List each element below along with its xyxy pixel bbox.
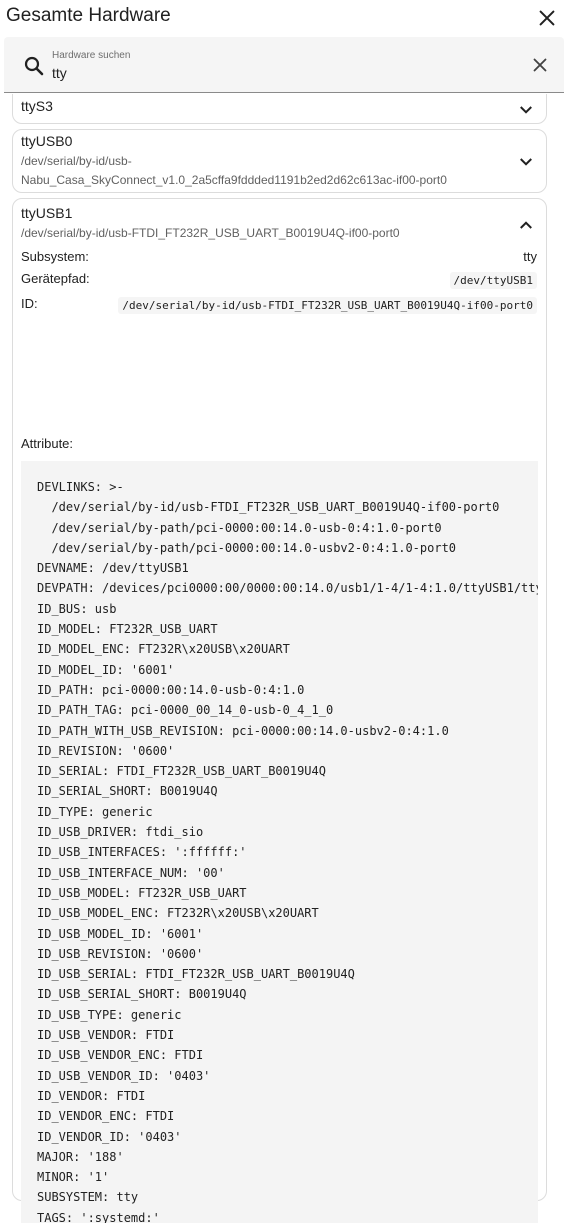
id-label: ID: — [21, 296, 38, 311]
device-path-line-2: Nabu_Casa_SkyConnect_v1.0_2a5cffa9fddded… — [21, 173, 447, 187]
device-name: ttyS3 — [21, 98, 53, 114]
device-name: ttyUSB0 — [21, 133, 73, 149]
chevron-down-icon[interactable] — [517, 153, 535, 171]
device-path: /dev/serial/by-id/usb-FTDI_FT232R_USB_UA… — [21, 226, 400, 240]
search-icon — [24, 56, 44, 76]
chevron-down-icon[interactable] — [517, 101, 535, 119]
dialog-header: Gesamte Hardware — [0, 0, 564, 36]
id-value: /dev/serial/by-id/usb-FTDI_FT232R_USB_UA… — [118, 297, 537, 314]
chevron-up-icon[interactable] — [517, 216, 535, 234]
device-card-ttys3[interactable]: ttyS3 — [12, 94, 547, 124]
dialog-title: Gesamte Hardware — [6, 5, 171, 26]
close-icon — [539, 10, 555, 26]
close-icon — [533, 58, 547, 72]
clear-search-button[interactable] — [529, 54, 551, 76]
subsystem-label: Subsystem: — [21, 249, 89, 264]
attributes-label: Attribute: — [21, 436, 74, 451]
device-card-ttyusb1[interactable]: ttyUSB1 /dev/serial/by-id/usb-FTDI_FT232… — [12, 198, 547, 1223]
device-path-label: Gerätepfad: — [21, 271, 90, 286]
hardware-list: ttyS3 ttyUSB0 /dev/serial/by-id/usb- Nab… — [0, 94, 564, 1223]
attributes-text: DEVLINKS: >- /dev/serial/by-id/usb-FTDI_… — [37, 480, 538, 1223]
device-name: ttyUSB1 — [21, 205, 73, 221]
close-dialog-button[interactable] — [536, 7, 558, 29]
search-input[interactable] — [52, 63, 492, 83]
subsystem-value: tty — [523, 249, 537, 264]
device-path-line-1: /dev/serial/by-id/usb- — [21, 154, 132, 168]
attributes-code-block[interactable]: DEVLINKS: >- /dev/serial/by-id/usb-FTDI_… — [21, 461, 538, 1223]
search-field[interactable]: Hardware suchen — [4, 37, 564, 93]
search-label: Hardware suchen — [52, 50, 131, 61]
device-path-value: /dev/ttyUSB1 — [449, 272, 537, 289]
device-path: /dev/serial/by-id/usb- Nabu_Casa_SkyConn… — [21, 152, 501, 190]
device-card-ttyusb0[interactable]: ttyUSB0 /dev/serial/by-id/usb- Nabu_Casa… — [12, 129, 547, 193]
